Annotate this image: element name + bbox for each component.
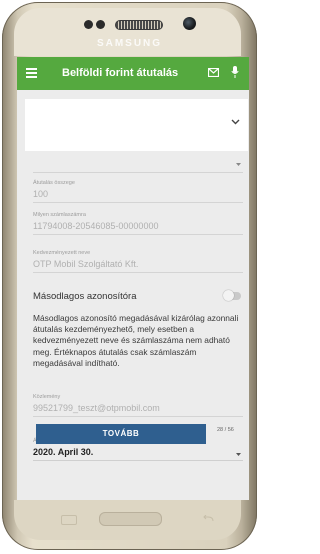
comment-field[interactable]: Közlemény 99521799_teszt@otpmobil.com: [33, 394, 243, 417]
home-button[interactable]: [99, 512, 162, 526]
type-select[interactable]: [33, 160, 243, 173]
amount-label: Átutalás összege: [33, 180, 75, 186]
chevron-down-icon: [231, 119, 240, 125]
earpiece-speaker: [115, 20, 163, 30]
comment-label: Közlemény: [33, 394, 61, 400]
account-label: Milyen számlaszámra: [33, 212, 86, 218]
secondary-id-info: Másodlagos azonosító megadásával kizáról…: [33, 313, 239, 368]
secondary-id-row: Másodlagos azonosítóra: [33, 290, 243, 302]
account-input[interactable]: 11794008-20546085-00000000: [33, 221, 243, 235]
comment-char-counter: 28 / 56: [217, 427, 234, 433]
secondary-id-toggle[interactable]: [223, 290, 241, 301]
mic-icon[interactable]: [231, 66, 239, 78]
back-key-icon[interactable]: [201, 515, 215, 523]
account-field[interactable]: Milyen számlaszámra 11794008-20546085-00…: [33, 212, 243, 235]
comment-input[interactable]: 99521799_teszt@otpmobil.com: [33, 403, 243, 417]
sensor-dot: [96, 20, 105, 29]
app-bar: Belföldi forint átutalás: [17, 57, 249, 90]
beneficiary-label: Kedvezményezett neve: [33, 250, 91, 256]
front-camera: [183, 17, 196, 30]
dropdown-arrow-icon: [236, 453, 241, 456]
menu-icon[interactable]: [26, 68, 37, 78]
recent-apps-key[interactable]: [61, 515, 77, 525]
continue-button[interactable]: TOVÁBB: [36, 424, 206, 444]
device-brand: SAMSUNG: [96, 38, 163, 49]
amount-input[interactable]: 100: [33, 189, 243, 203]
secondary-id-label: Másodlagos azonosítóra: [33, 291, 137, 302]
date-select[interactable]: 2020. April 30.: [33, 447, 243, 461]
sensor-dot: [84, 20, 93, 29]
dropdown-arrow-icon: [236, 163, 241, 166]
amount-field[interactable]: Átutalás összege 100: [33, 180, 243, 203]
beneficiary-field[interactable]: Kedvezményezett neve OTP Mobil Szolgálta…: [33, 250, 243, 273]
beneficiary-input[interactable]: OTP Mobil Szolgáltató Kft.: [33, 259, 243, 273]
mail-icon[interactable]: [208, 68, 219, 77]
page-title: Belföldi forint átutalás: [62, 67, 179, 79]
source-account-select[interactable]: [25, 99, 248, 151]
